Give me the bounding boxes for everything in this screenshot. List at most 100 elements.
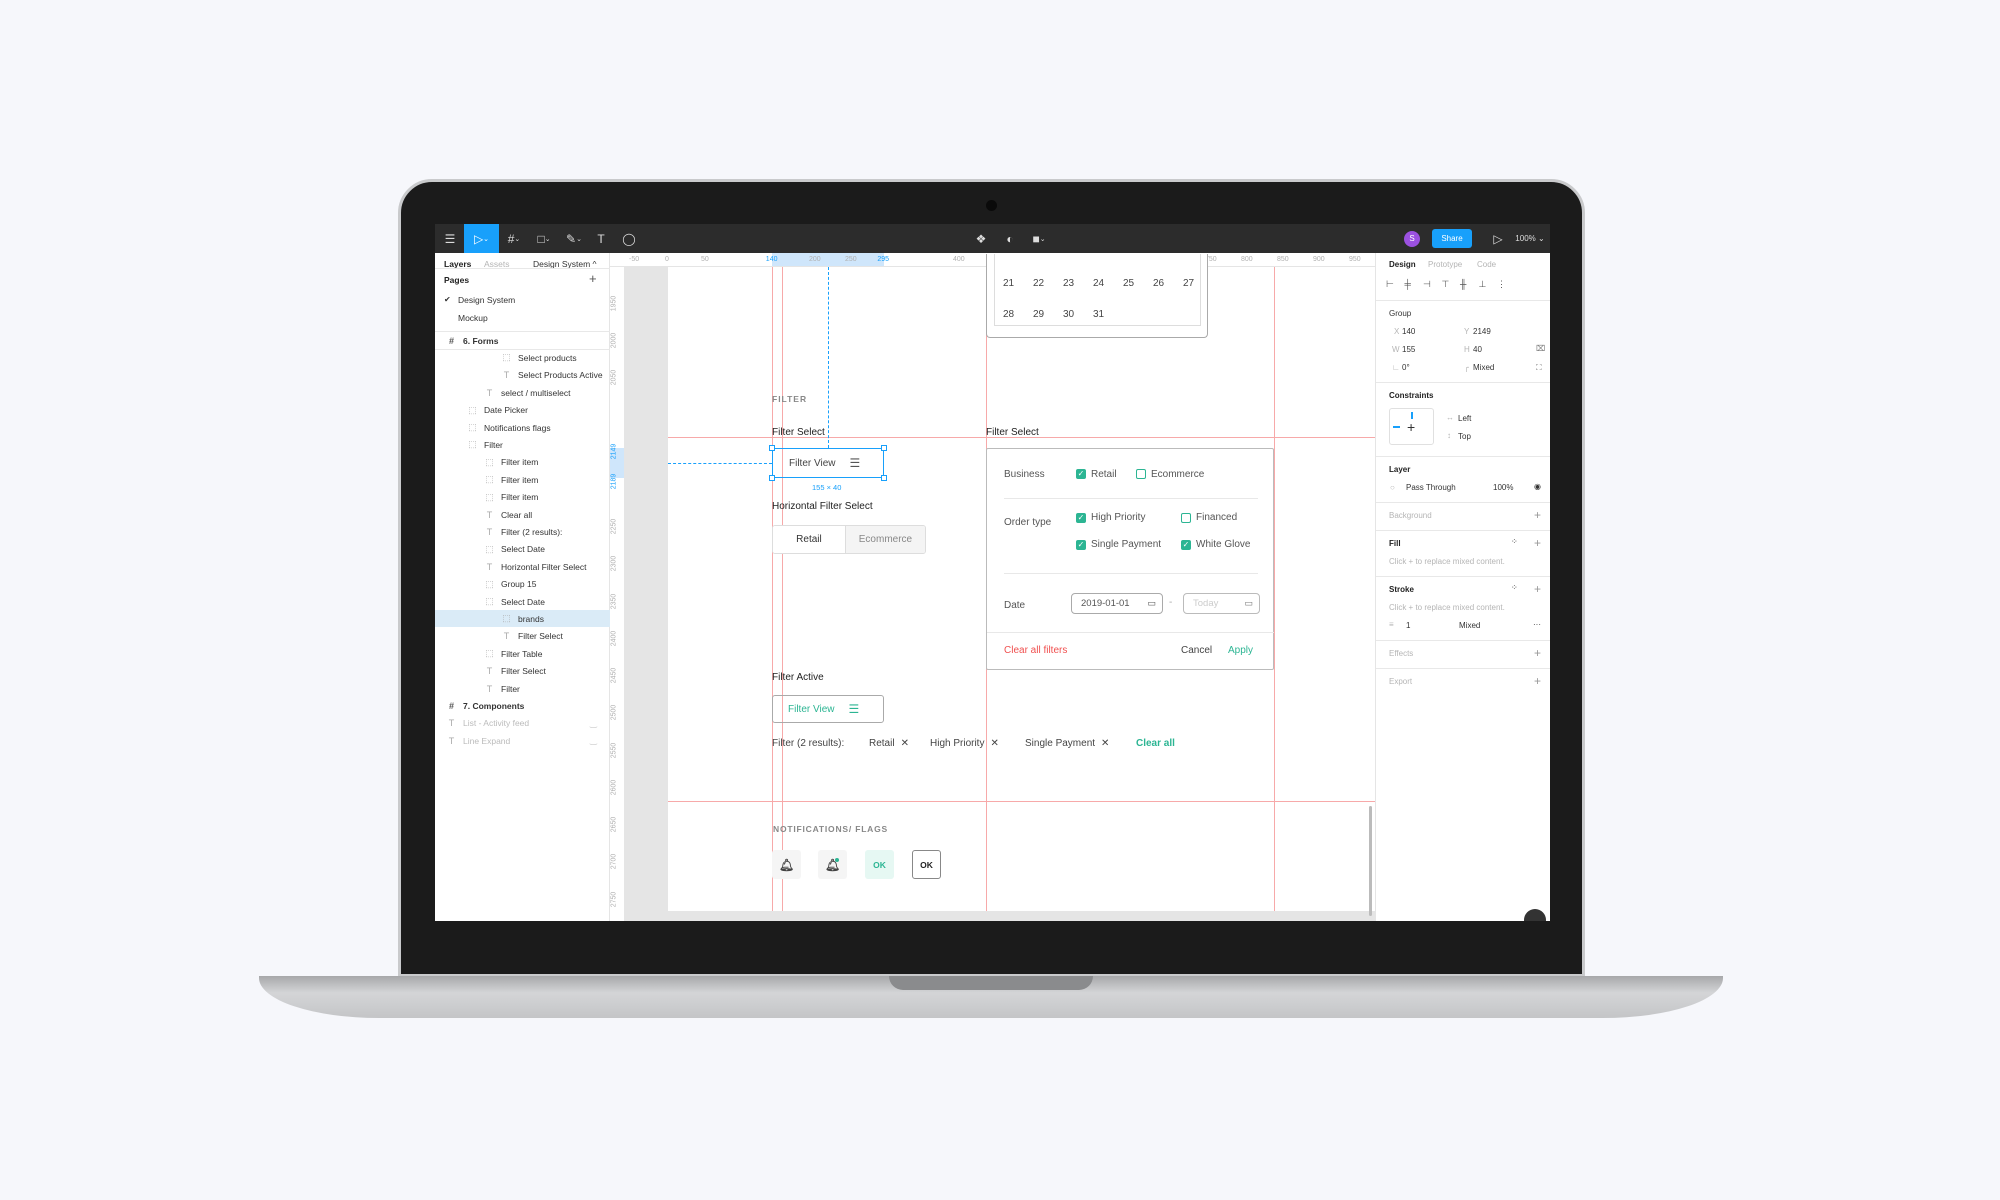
canvas-scrollbar[interactable] [1369,806,1372,916]
cancel-button[interactable]: Cancel [1181,645,1212,656]
bell-button[interactable]: 🔔︎ [772,850,801,879]
align-center-icon[interactable]: ╪ [1405,279,1411,289]
results-label: Filter (2 results): [772,738,845,749]
checkbox-label[interactable]: Financed [1196,512,1237,523]
align-middle-icon[interactable]: ╫ [1460,279,1466,289]
constraint-top[interactable] [1411,412,1413,419]
segment-ecommerce[interactable]: Ecommerce [844,526,925,553]
calendar-day[interactable]: 29 [1033,309,1044,320]
constraint-left[interactable] [1393,426,1400,428]
tab-design[interactable]: Design [1389,260,1416,269]
resize-handle[interactable] [769,445,775,451]
constrain-proportions-icon[interactable]: ⌧ [1536,344,1545,353]
add-export-icon[interactable]: + [1534,674,1541,688]
opacity-input[interactable]: 100% [1493,483,1513,492]
checkbox-label[interactable]: Single Payment [1091,539,1161,550]
checkbox-high-priority[interactable]: ✓ [1076,513,1086,523]
w-input[interactable]: 155 [1402,345,1415,354]
sliders-icon: ☰ [849,456,861,470]
checkbox-label[interactable]: Retail [1091,469,1117,480]
divider [1376,456,1550,457]
background-title: Background [1389,511,1432,520]
zoom-dropdown[interactable]: 100% ⌄ [1513,224,1547,253]
checkbox-financed[interactable] [1181,513,1191,523]
calendar-day[interactable]: 26 [1153,278,1164,289]
checkbox-ecommerce[interactable] [1136,469,1146,479]
add-effect-icon[interactable]: + [1534,646,1541,660]
x-input[interactable]: 140 [1402,327,1415,336]
add-fill-icon[interactable]: + [1534,536,1541,550]
align-right-icon[interactable]: ⊣ [1423,279,1431,290]
eye-icon[interactable]: ◉ [1534,482,1541,491]
independent-corners-icon[interactable]: ⛶ [1536,363,1542,373]
close-icon[interactable]: ✕ [901,738,909,749]
calendar-day[interactable]: 24 [1093,278,1104,289]
chip-label: Retail [869,738,895,749]
close-icon[interactable]: ✕ [1101,738,1109,749]
bell-notification-button[interactable]: 🔔︎ [818,850,847,879]
blend-icon: ○ [1390,483,1395,492]
calendar-day[interactable]: 31 [1093,309,1104,320]
avatar[interactable]: S [1402,224,1422,253]
order-type-label: Order type [1004,517,1052,528]
constraint-widget[interactable]: + [1389,408,1434,445]
resize-handle[interactable] [881,445,887,451]
calendar-day[interactable]: 30 [1063,309,1074,320]
play-icon[interactable]: ▷ [1488,224,1508,253]
close-icon[interactable]: ✕ [990,738,998,749]
blend-mode-dropdown[interactable]: Pass Through [1406,483,1456,492]
add-stroke-icon[interactable]: + [1534,582,1541,596]
tab-prototype[interactable]: Prototype [1428,260,1462,269]
checkbox-white-glove[interactable]: ✓ [1181,540,1191,550]
checkbox-retail[interactable]: ✓ [1076,469,1086,479]
group-dropdown[interactable]: Group [1389,309,1411,318]
apply-button[interactable]: Apply [1228,645,1253,656]
checkbox-label[interactable]: White Glove [1196,539,1250,550]
tab-code[interactable]: Code [1477,260,1496,269]
stroke-width-input[interactable]: 1 [1406,621,1410,630]
calendar-day[interactable]: 28 [1003,309,1014,320]
ok-flag-button[interactable]: OK [865,850,894,879]
checkbox-single-payment[interactable]: ✓ [1076,540,1086,550]
segment-retail[interactable]: Retail [773,526,845,553]
date-to-input[interactable]: Today ▭ [1183,593,1260,614]
ok-flag-button[interactable]: OK [912,850,941,879]
resize-handle[interactable] [769,475,775,481]
date-from-input[interactable]: 2019-01-01 ▭ [1071,593,1163,614]
clear-all-button[interactable]: Clear all [1136,738,1175,749]
date-to-placeholder: Today [1193,598,1219,609]
horizontal-constraint-dropdown[interactable]: Left [1458,414,1471,423]
distribute-icon[interactable]: ⋮ [1497,279,1506,290]
align-bottom-icon[interactable]: ⊥ [1479,279,1487,290]
calendar-day[interactable]: 25 [1123,278,1134,289]
align-top-icon[interactable]: ⊤ [1442,279,1450,290]
calendar-day[interactable]: 23 [1063,278,1074,289]
vertical-constraint-dropdown[interactable]: Top [1458,432,1471,441]
checkbox-label[interactable]: Ecommerce [1151,469,1204,480]
checkbox-label[interactable]: High Priority [1091,512,1145,523]
y-input[interactable]: 2149 [1473,327,1491,336]
share-button[interactable]: Share [1432,229,1472,248]
style-grid-icon[interactable]: ⁘ [1511,537,1518,546]
clear-all-filters-button[interactable]: Clear all filters [1004,645,1067,656]
divider [1376,300,1550,301]
help-button[interactable] [1524,909,1546,921]
calendar-day[interactable]: 21 [1003,278,1014,289]
corner-radius-icon: ╭ [1464,363,1469,372]
align-left-icon[interactable]: ⊢ [1386,279,1394,290]
calendar-day[interactable]: 27 [1183,278,1194,289]
h-input[interactable]: 40 [1473,345,1482,354]
stroke-align-dropdown[interactable]: Mixed [1459,621,1480,630]
style-grid-icon[interactable]: ⁘ [1511,583,1518,592]
filter-view-button[interactable]: Filter View ☰ [772,448,884,478]
add-background-icon[interactable]: + [1534,508,1541,522]
filter-view-active-button[interactable]: Filter View ☰ [772,695,884,723]
calendar-day[interactable]: 22 [1033,278,1044,289]
rotation-input[interactable]: 0° [1402,363,1410,372]
more-icon[interactable]: ··· [1533,620,1541,629]
filter-view-label: Filter View [789,457,836,469]
radius-input[interactable]: Mixed [1473,363,1494,372]
resize-handle[interactable] [881,475,887,481]
y-label: Y [1464,327,1470,336]
notification-dot [835,858,839,862]
